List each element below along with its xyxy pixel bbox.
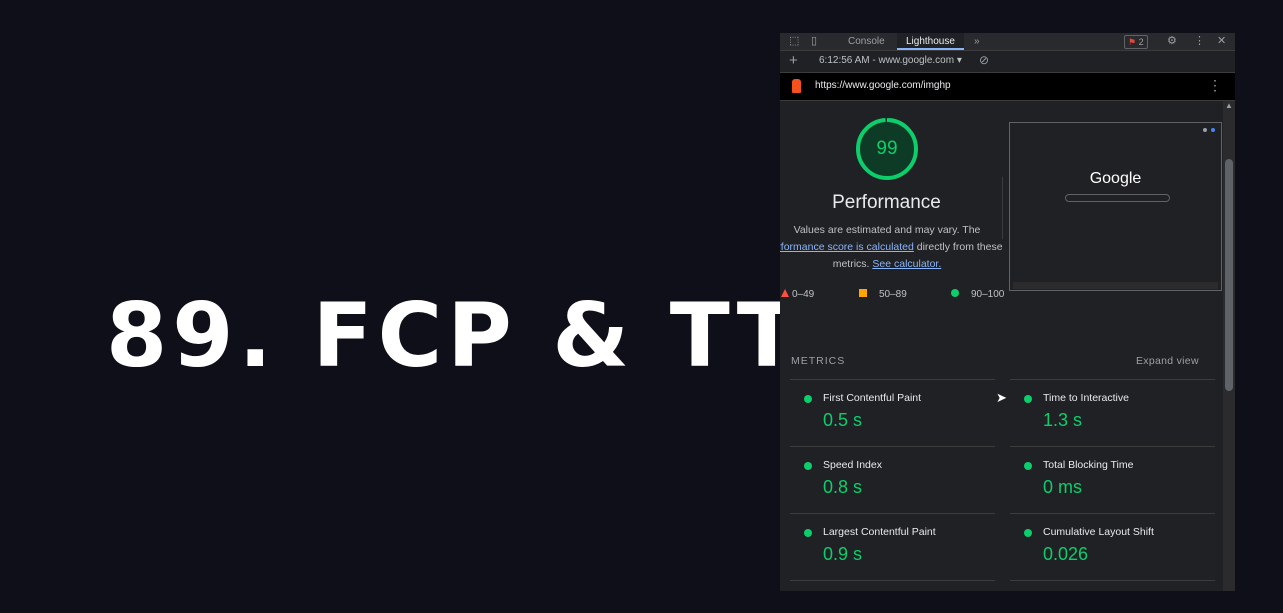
metric-cumulative-layout-shift: Cumulative Layout Shift 0.026 xyxy=(1010,513,1215,580)
score-calculated-link[interactable]: erformance score is calculated xyxy=(780,241,914,253)
report-url: https://www.google.com/imghp xyxy=(815,80,951,91)
score-description: Values are estimated and may vary. The e… xyxy=(780,222,1006,273)
see-calculator-link[interactable]: See calculator. xyxy=(872,258,941,270)
score-legend: 0–49 50–89 90–100 xyxy=(780,289,1010,305)
issues-flag-icon: ⚑ xyxy=(1128,37,1137,47)
legend-average: 50–89 xyxy=(879,289,907,300)
metric-value: 0.8 s xyxy=(823,477,863,497)
report-body: 99 Performance Values are estimated and … xyxy=(780,101,1223,591)
scroll-up-arrow-icon[interactable]: ▲ xyxy=(1225,101,1233,110)
category-title: Performance xyxy=(832,192,941,213)
metric-label: Speed Index xyxy=(823,459,882,471)
metric-label: Time to Interactive xyxy=(1043,392,1129,404)
pass-circle-icon xyxy=(1024,529,1032,537)
tab-console[interactable]: Console xyxy=(839,33,894,50)
pass-circle-icon xyxy=(1024,462,1032,470)
metric-value: 0.9 s xyxy=(823,544,863,564)
new-report-button[interactable]: + xyxy=(789,52,798,69)
pass-circle-icon xyxy=(804,395,812,403)
metric-time-to-interactive: Time to Interactive 1.3 s xyxy=(1010,379,1215,446)
devtools-tab-bar: ⬚ ▯ Console Lighthouse » ⚑ 2 ⚙ ⋮ ✕ xyxy=(780,33,1235,51)
average-square-icon xyxy=(859,289,867,297)
desc-text-1: Values are estimated and may vary. The xyxy=(793,224,981,236)
issues-badge[interactable]: ⚑ 2 xyxy=(1124,35,1148,49)
metric-value: 1.3 s xyxy=(1043,410,1083,430)
metric-label: Cumulative Layout Shift xyxy=(1043,526,1154,538)
fail-triangle-icon xyxy=(781,289,789,297)
apps-dot-icon xyxy=(1203,128,1207,132)
metric-speed-index: Speed Index 0.8 s xyxy=(790,446,995,513)
legend-fail: 0–49 xyxy=(792,289,815,300)
report-url-bar: https://www.google.com/imghp ⋮ xyxy=(780,73,1235,101)
divider xyxy=(1002,177,1003,239)
google-logo-text: Google xyxy=(1089,170,1142,187)
pass-circle-icon xyxy=(1024,395,1032,403)
metric-total-blocking-time: Total Blocking Time 0 ms xyxy=(1010,446,1215,513)
metric-first-contentful-paint: First Contentful Paint 0.5 s xyxy=(790,379,995,446)
device-toggle-icon[interactable]: ▯ xyxy=(811,34,817,47)
pass-circle-icon xyxy=(804,462,812,470)
avatar-dot-icon xyxy=(1211,128,1215,132)
metrics-bottom-border xyxy=(790,580,995,590)
metric-value: 0.5 s xyxy=(823,410,863,430)
block-icon[interactable]: ⊘ xyxy=(979,53,989,67)
report-scrollbar[interactable]: ▲ xyxy=(1223,101,1235,591)
lighthouse-icon xyxy=(792,79,801,93)
more-tabs-button[interactable]: » xyxy=(965,33,989,50)
close-icon[interactable]: ✕ xyxy=(1217,34,1226,47)
devtools-panel: ⬚ ▯ Console Lighthouse » ⚑ 2 ⚙ ⋮ ✕ + 6:1… xyxy=(780,33,1235,591)
issues-count: 2 xyxy=(1138,37,1144,47)
report-menu-button[interactable]: ⋮ xyxy=(1208,77,1222,94)
metric-largest-contentful-paint: Largest Contentful Paint 0.9 s xyxy=(790,513,995,580)
metric-value: 0.026 xyxy=(1043,544,1089,564)
metrics-bottom-border xyxy=(1010,580,1215,590)
metrics-header: METRICS xyxy=(791,355,846,367)
kebab-menu-icon[interactable]: ⋮ xyxy=(1194,34,1205,47)
metric-label: First Contentful Paint xyxy=(823,392,922,404)
mouse-cursor-icon: ➤ xyxy=(996,390,1007,405)
thumbnail-searchbox xyxy=(1065,194,1170,202)
desc-text-2: directly from these xyxy=(913,241,1003,253)
page-screenshot-thumbnail: Google xyxy=(1009,122,1222,291)
scrollbar-thumb[interactable] xyxy=(1225,159,1233,391)
expand-view-toggle[interactable]: Expand view xyxy=(1136,355,1199,367)
metric-value: 0 ms xyxy=(1043,477,1083,497)
metric-label: Largest Contentful Paint xyxy=(823,526,936,538)
performance-gauge: 99 xyxy=(855,117,919,181)
tab-lighthouse[interactable]: Lighthouse xyxy=(897,33,964,50)
pass-circle-icon xyxy=(804,529,812,537)
thumbnail-footer xyxy=(1013,282,1218,289)
gear-icon[interactable]: ⚙ xyxy=(1167,34,1177,47)
desc-text-3: metrics. xyxy=(832,258,873,270)
pass-circle-icon xyxy=(951,289,959,297)
lighthouse-toolbar: + 6:12:56 AM - www.google.com ▾ ⊘ xyxy=(780,51,1235,73)
performance-score: 99 xyxy=(876,138,898,159)
video-title-overlay: 89. FCP & TTI xyxy=(106,284,840,387)
metric-label: Total Blocking Time xyxy=(1043,459,1134,471)
inspect-icon[interactable]: ⬚ xyxy=(789,34,799,47)
report-selector[interactable]: 6:12:56 AM - www.google.com ▾ xyxy=(819,55,962,66)
legend-pass: 90–100 xyxy=(971,289,1005,300)
